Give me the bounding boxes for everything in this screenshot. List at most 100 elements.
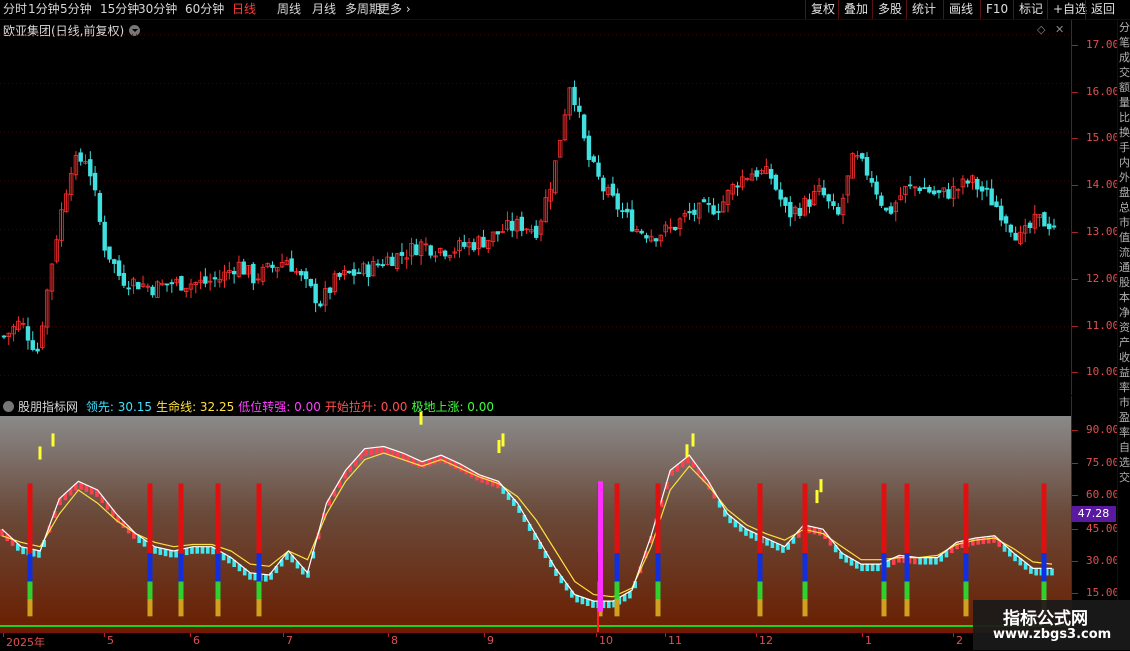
candle-body[interactable] xyxy=(639,230,644,234)
candle-body[interactable] xyxy=(88,159,93,177)
candle-body[interactable] xyxy=(351,269,357,276)
period-tab-6[interactable]: 日线 xyxy=(232,1,256,18)
candle-body[interactable] xyxy=(922,187,927,190)
candle-body[interactable] xyxy=(778,189,783,200)
candle-body[interactable] xyxy=(644,235,649,239)
candle-body[interactable] xyxy=(1051,225,1057,228)
candle-body[interactable] xyxy=(591,156,596,162)
toolbar-button-4[interactable]: 画线 xyxy=(943,0,978,19)
candle-body[interactable] xyxy=(984,187,990,190)
candle-body[interactable] xyxy=(203,276,208,284)
candle-body[interactable] xyxy=(572,86,577,106)
candle-body[interactable] xyxy=(78,152,83,162)
candle-body[interactable] xyxy=(907,184,913,187)
candle-body[interactable] xyxy=(347,270,352,274)
candlestick-chart[interactable] xyxy=(0,20,1071,395)
candle-body[interactable] xyxy=(701,199,707,203)
candle-body[interactable] xyxy=(337,272,342,277)
candle-body[interactable] xyxy=(289,258,294,272)
candle-body[interactable] xyxy=(931,190,937,195)
candle-body[interactable] xyxy=(510,220,515,231)
candle-body[interactable] xyxy=(831,201,836,207)
candle-body[interactable] xyxy=(735,185,740,188)
candle-body[interactable] xyxy=(327,287,333,293)
candle-body[interactable] xyxy=(126,287,131,290)
candle-body[interactable] xyxy=(874,181,879,195)
candle-body[interactable] xyxy=(807,199,812,207)
period-tab-1[interactable]: 1分钟 xyxy=(28,1,60,18)
candle-body[interactable] xyxy=(356,272,361,275)
candle-body[interactable] xyxy=(979,186,985,192)
candle-body[interactable] xyxy=(975,178,980,190)
candle-body[interactable] xyxy=(299,270,304,276)
indicator-chart[interactable] xyxy=(0,396,1071,632)
candle-body[interactable] xyxy=(883,207,889,211)
candle-body[interactable] xyxy=(313,283,318,304)
candle-body[interactable] xyxy=(999,205,1004,221)
candle-body[interactable] xyxy=(390,256,395,267)
candle-body[interactable] xyxy=(251,263,256,284)
candle-body[interactable] xyxy=(692,209,697,215)
candle-body[interactable] xyxy=(826,194,831,202)
candle-body[interactable] xyxy=(1042,212,1047,227)
candle-body[interactable] xyxy=(965,180,970,184)
candle-body[interactable] xyxy=(519,216,525,231)
candle-body[interactable] xyxy=(711,205,716,215)
candle-body[interactable] xyxy=(888,206,894,214)
candle-body[interactable] xyxy=(212,277,218,280)
candle-body[interactable] xyxy=(428,245,433,256)
candle-body[interactable] xyxy=(375,263,381,266)
candle-body[interactable] xyxy=(879,195,884,206)
candle-body[interactable] xyxy=(706,203,711,205)
candle-body[interactable] xyxy=(179,276,184,291)
candle-body[interactable] xyxy=(610,183,616,196)
toolbar-button-0[interactable]: 复权 xyxy=(805,0,840,19)
candle-body[interactable] xyxy=(653,238,659,242)
candle-body[interactable] xyxy=(927,186,932,193)
candle-body[interactable] xyxy=(946,189,951,199)
candle-body[interactable] xyxy=(25,326,31,341)
candle-body[interactable] xyxy=(241,261,246,275)
period-tab-0[interactable]: 分时 xyxy=(3,1,27,18)
candle-body[interactable] xyxy=(836,207,841,215)
candle-body[interactable] xyxy=(596,162,601,177)
candle-body[interactable] xyxy=(687,211,692,214)
period-tab-9[interactable]: 多周期 xyxy=(345,1,381,18)
candle-body[interactable] xyxy=(414,244,419,256)
candle-body[interactable] xyxy=(471,242,477,251)
period-tab-2[interactable]: 5分钟 xyxy=(60,1,92,18)
candle-body[interactable] xyxy=(35,348,40,352)
toolbar-button-6[interactable]: 标记 xyxy=(1013,0,1048,19)
period-tab-10[interactable]: 更多 › xyxy=(378,1,411,18)
candle-body[interactable] xyxy=(150,286,155,296)
candle-body[interactable] xyxy=(462,242,467,247)
candle-body[interactable] xyxy=(399,252,405,256)
candle-body[interactable] xyxy=(164,283,170,286)
candle-body[interactable] xyxy=(1,335,7,338)
candle-body[interactable] xyxy=(864,157,870,176)
candle-body[interactable] xyxy=(112,259,117,264)
candle-body[interactable] xyxy=(869,178,875,183)
candle-body[interactable] xyxy=(102,221,107,251)
candle-body[interactable] xyxy=(318,303,323,307)
candle-body[interactable] xyxy=(788,201,793,218)
candle-body[interactable] xyxy=(1013,232,1018,241)
toolbar-button-5[interactable]: F10 xyxy=(980,0,1013,19)
period-tab-3[interactable]: 15分钟 xyxy=(100,1,139,18)
period-tab-4[interactable]: 30分钟 xyxy=(138,1,177,18)
candle-body[interactable] xyxy=(754,170,759,177)
candle-body[interactable] xyxy=(169,282,175,285)
candle-body[interactable] xyxy=(773,174,779,190)
toolbar-button-8[interactable]: 返回 xyxy=(1085,0,1120,19)
period-tab-8[interactable]: 月线 xyxy=(312,1,336,18)
candle-body[interactable] xyxy=(577,105,582,112)
candle-body[interactable] xyxy=(92,172,98,191)
candle-body[interactable] xyxy=(97,193,103,222)
candle-body[interactable] xyxy=(917,187,922,191)
candle-body[interactable] xyxy=(380,264,385,267)
toolbar-button-2[interactable]: 多股 xyxy=(872,0,907,19)
candle-body[interactable] xyxy=(615,193,620,210)
candle-body[interactable] xyxy=(673,226,678,231)
candle-body[interactable] xyxy=(442,250,448,257)
candle-body[interactable] xyxy=(620,210,625,212)
